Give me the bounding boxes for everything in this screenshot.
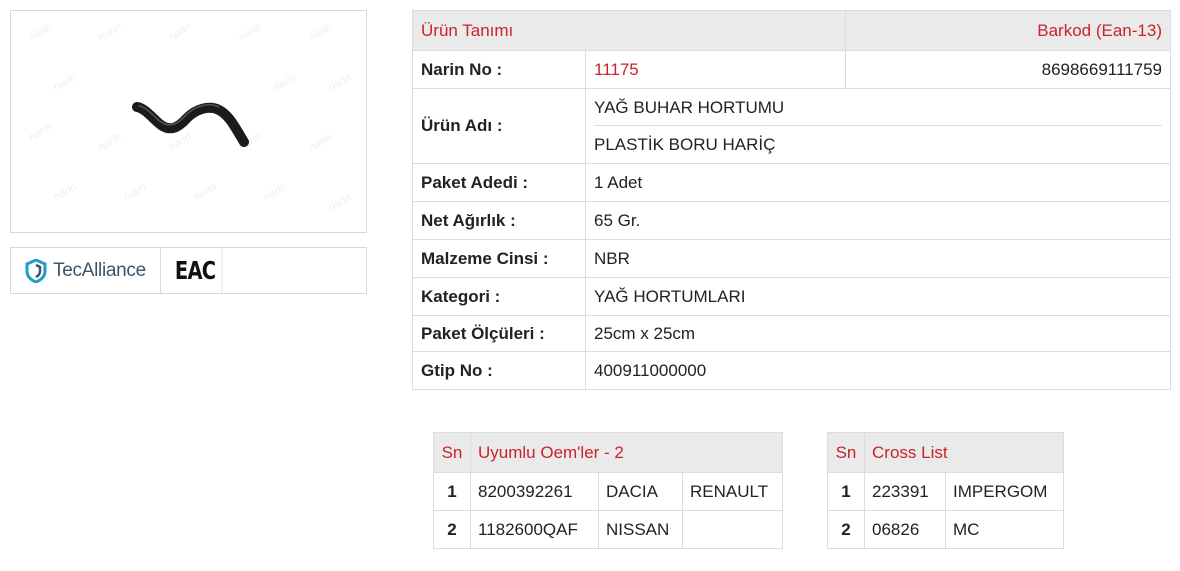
info-value: 25cm x 25cm bbox=[585, 315, 1171, 352]
eac-logo: EAC bbox=[169, 248, 223, 293]
table-row: 2 1182600QAF NISSAN bbox=[433, 510, 784, 549]
info-label: Gtip No : bbox=[412, 351, 586, 390]
info-value: 400911000000 bbox=[585, 351, 1171, 390]
oem-code: 8200392261 bbox=[470, 472, 599, 511]
info-header-title: Ürün Tanımı bbox=[412, 10, 846, 51]
info-label: Malzeme Cinsi : bbox=[412, 239, 586, 278]
oem-brand: NISSAN bbox=[598, 510, 683, 549]
info-label: Ürün Adı : bbox=[412, 88, 586, 164]
info-label: Net Ağırlık : bbox=[412, 201, 586, 240]
info-value: NBR bbox=[585, 239, 1171, 278]
svg-text:narin: narin bbox=[97, 131, 124, 154]
svg-text:narin: narin bbox=[27, 121, 54, 144]
product-name-cell: YAĞ BUHAR HORTUMU PLASTİK BORU HARİÇ bbox=[585, 88, 1171, 164]
info-label: Kategori : bbox=[412, 277, 586, 316]
svg-text:narin: narin bbox=[27, 21, 54, 44]
tecalliance-text: TecAlliance bbox=[53, 259, 146, 281]
svg-text:narin: narin bbox=[307, 21, 334, 44]
table-row: 2 06826 MC bbox=[827, 510, 1065, 549]
narin-no-value: 11175 bbox=[585, 50, 846, 89]
oem-sn: 2 bbox=[433, 510, 471, 549]
svg-text:narin: narin bbox=[272, 71, 299, 94]
info-row-paket-olculeri: Paket Ölçüleri : 25cm x 25cm bbox=[412, 315, 1171, 352]
svg-text:narin: narin bbox=[52, 71, 79, 94]
info-value: 65 Gr. bbox=[585, 201, 1171, 240]
svg-text:narin: narin bbox=[97, 21, 124, 44]
info-row-kategori: Kategori : YAĞ HORTUMLARI bbox=[412, 277, 1171, 316]
svg-text:narin: narin bbox=[327, 191, 354, 214]
cross-code: 06826 bbox=[864, 510, 946, 549]
product-name-line-2: PLASTİK BORU HARİÇ bbox=[594, 135, 776, 154]
info-row-narin-no: Narin No : 11175 8698669111759 bbox=[412, 50, 1171, 89]
cross-brand: MC bbox=[944, 510, 1065, 549]
info-label: Paket Ölçüleri : bbox=[412, 315, 586, 352]
svg-text:narin: narin bbox=[122, 181, 149, 204]
info-label: Narin No : bbox=[412, 50, 586, 89]
info-row-net-agirlik: Net Ağırlık : 65 Gr. bbox=[412, 201, 1171, 240]
cross-sn-header: Sn bbox=[827, 432, 865, 473]
svg-text:narin: narin bbox=[167, 131, 194, 154]
product-name-line-1: YAĞ BUHAR HORTUMU bbox=[594, 89, 1162, 126]
svg-text:narin: narin bbox=[237, 21, 264, 44]
cross-code: 223391 bbox=[864, 472, 946, 511]
product-info-table: Ürün Tanımı Barkod (Ean-13) Narin No : 1… bbox=[412, 10, 1171, 390]
cross-brand: IMPERGOM bbox=[944, 472, 1065, 511]
table-row: 1 8200392261 DACIA RENAULT bbox=[433, 472, 784, 511]
svg-text:narin: narin bbox=[167, 21, 194, 44]
svg-text:narin: narin bbox=[307, 131, 334, 154]
certification-logos: TecAlliance EAC bbox=[10, 247, 367, 294]
tecalliance-logo: TecAlliance bbox=[11, 248, 161, 293]
info-row-malzeme-cinsi: Malzeme Cinsi : NBR bbox=[412, 239, 1171, 278]
logo-empty-cell bbox=[230, 248, 366, 293]
info-row-urun-adi: Ürün Adı : YAĞ BUHAR HORTUMU PLASTİK BOR… bbox=[412, 88, 1171, 164]
shield-icon bbox=[25, 258, 47, 283]
info-row-paket-adedi: Paket Adedi : 1 Adet bbox=[412, 163, 1171, 202]
oem-sn-header: Sn bbox=[433, 432, 471, 473]
oem-title: Uyumlu Oem'ler - 2 bbox=[469, 432, 784, 473]
info-header-row: Ürün Tanımı Barkod (Ean-13) bbox=[412, 10, 1171, 51]
cross-sn: 1 bbox=[827, 472, 865, 511]
info-value: 1 Adet bbox=[585, 163, 1171, 202]
info-value: YAĞ HORTUMLARI bbox=[585, 277, 1171, 316]
product-image-graphic: narin narin narin narin narin narin nari… bbox=[27, 21, 354, 214]
cross-sn: 2 bbox=[827, 510, 865, 549]
svg-text:narin: narin bbox=[262, 181, 289, 204]
cross-list-table: Sn Cross List 1 223391 IMPERGOM 2 06826 … bbox=[827, 432, 1065, 549]
barcode-value: 8698669111759 bbox=[845, 50, 1171, 89]
oem-sn: 1 bbox=[433, 472, 471, 511]
cross-title: Cross List bbox=[863, 432, 1065, 473]
svg-text:narin: narin bbox=[327, 71, 354, 94]
table-row: 1 223391 IMPERGOM bbox=[827, 472, 1065, 511]
oem-table: Sn Uyumlu Oem'ler - 2 1 8200392261 DACIA… bbox=[433, 432, 784, 549]
svg-text:narin: narin bbox=[192, 181, 219, 204]
oem-code: 1182600QAF bbox=[470, 510, 599, 549]
cross-header-row: Sn Cross List bbox=[827, 432, 1065, 473]
oem-brand-2 bbox=[681, 510, 784, 549]
product-image: narin narin narin narin narin narin nari… bbox=[10, 10, 367, 233]
oem-brand-2: RENAULT bbox=[681, 472, 784, 511]
svg-text:narin: narin bbox=[52, 181, 79, 204]
info-row-gtip-no: Gtip No : 400911000000 bbox=[412, 351, 1171, 390]
info-label: Paket Adedi : bbox=[412, 163, 586, 202]
oem-brand: DACIA bbox=[598, 472, 683, 511]
info-header-barcode: Barkod (Ean-13) bbox=[845, 10, 1171, 51]
oem-header-row: Sn Uyumlu Oem'ler - 2 bbox=[433, 432, 784, 473]
